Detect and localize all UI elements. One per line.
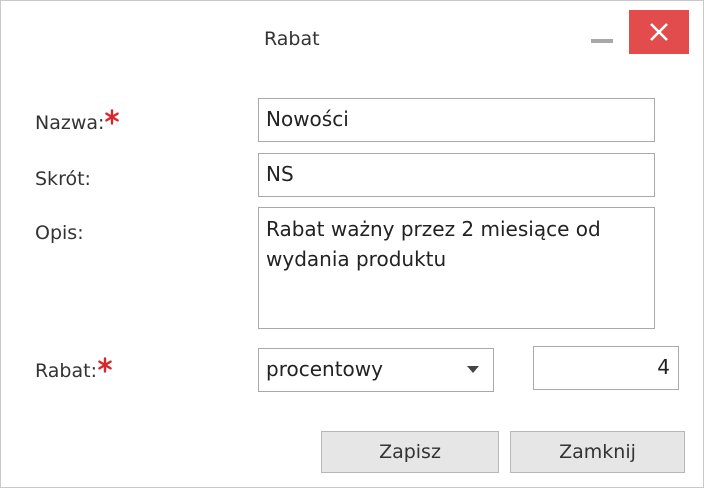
short-label-text: Skrót: [35,168,91,190]
discount-label-text: Rabat: [35,360,97,382]
close-icon [650,23,668,41]
discount-dialog: Rabat Nazwa: Nowości Skrót: NS Opis: Rab… [0,0,704,488]
name-input-value: Nowości [266,107,349,131]
description-label-text: Opis: [35,222,84,244]
name-input[interactable]: Nowości [258,98,655,142]
discount-amount-input[interactable]: 4 [533,346,679,390]
description-textarea-value: Rabat ważny przez 2 miesiące od wydania … [266,217,601,271]
minimize-icon [591,39,613,43]
chevron-down-icon [467,366,479,373]
description-label: Opis: [35,221,84,245]
asterisk-icon [105,109,120,125]
name-label: Nazwa: [35,109,120,135]
asterisk-icon [98,357,112,373]
discount-amount-value: 4 [657,355,670,379]
short-label: Skrót: [35,167,91,191]
minimize-button[interactable] [591,37,613,44]
close-form-button[interactable]: Zamknij [510,431,685,473]
discount-type-value: procentowy [266,357,383,381]
discount-type-select[interactable]: procentowy [258,348,494,392]
short-input[interactable]: NS [258,153,655,197]
close-button[interactable] [629,10,689,54]
name-label-text: Nazwa: [35,112,105,134]
save-button[interactable]: Zapisz [321,431,499,473]
dialog-title: Rabat [264,28,320,50]
discount-label: Rabat: [35,357,113,383]
description-textarea[interactable]: Rabat ważny przez 2 miesiące od wydania … [258,207,655,329]
short-input-value: NS [266,162,294,186]
